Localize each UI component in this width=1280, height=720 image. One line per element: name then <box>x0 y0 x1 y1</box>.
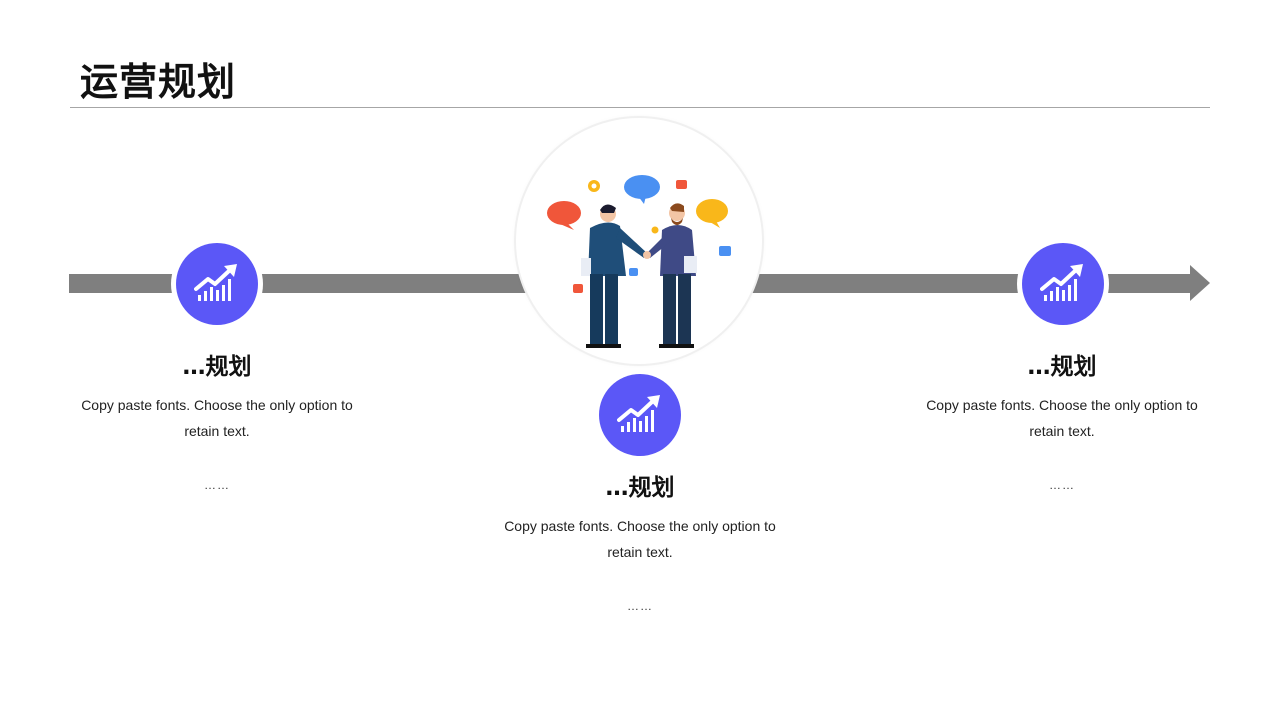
item-3-more: …… <box>1049 478 1075 492</box>
timeline-arrow-head <box>1190 265 1210 301</box>
title-divider <box>70 107 1210 108</box>
item-1-heading: …规划 <box>182 354 252 380</box>
growth-chart-icon <box>1040 264 1083 301</box>
growth-chart-icon <box>194 264 237 301</box>
item-2-badge <box>599 374 681 456</box>
item-1-body: Copy paste fonts. Choose the only option… <box>81 397 353 439</box>
item-2-heading: …规划 <box>605 475 675 501</box>
item-3-body: Copy paste fonts. Choose the only option… <box>926 397 1198 439</box>
business-handshake-illustration <box>516 118 762 364</box>
item-1-badge <box>176 243 258 325</box>
growth-chart-icon <box>617 395 660 432</box>
page-title: 运营规划 <box>80 60 237 104</box>
item-1-more: …… <box>204 478 230 492</box>
item-2-more: …… <box>627 599 653 613</box>
item-3-badge <box>1022 243 1104 325</box>
item-2-body: Copy paste fonts. Choose the only option… <box>504 518 776 560</box>
item-3-heading: …规划 <box>1027 354 1097 380</box>
